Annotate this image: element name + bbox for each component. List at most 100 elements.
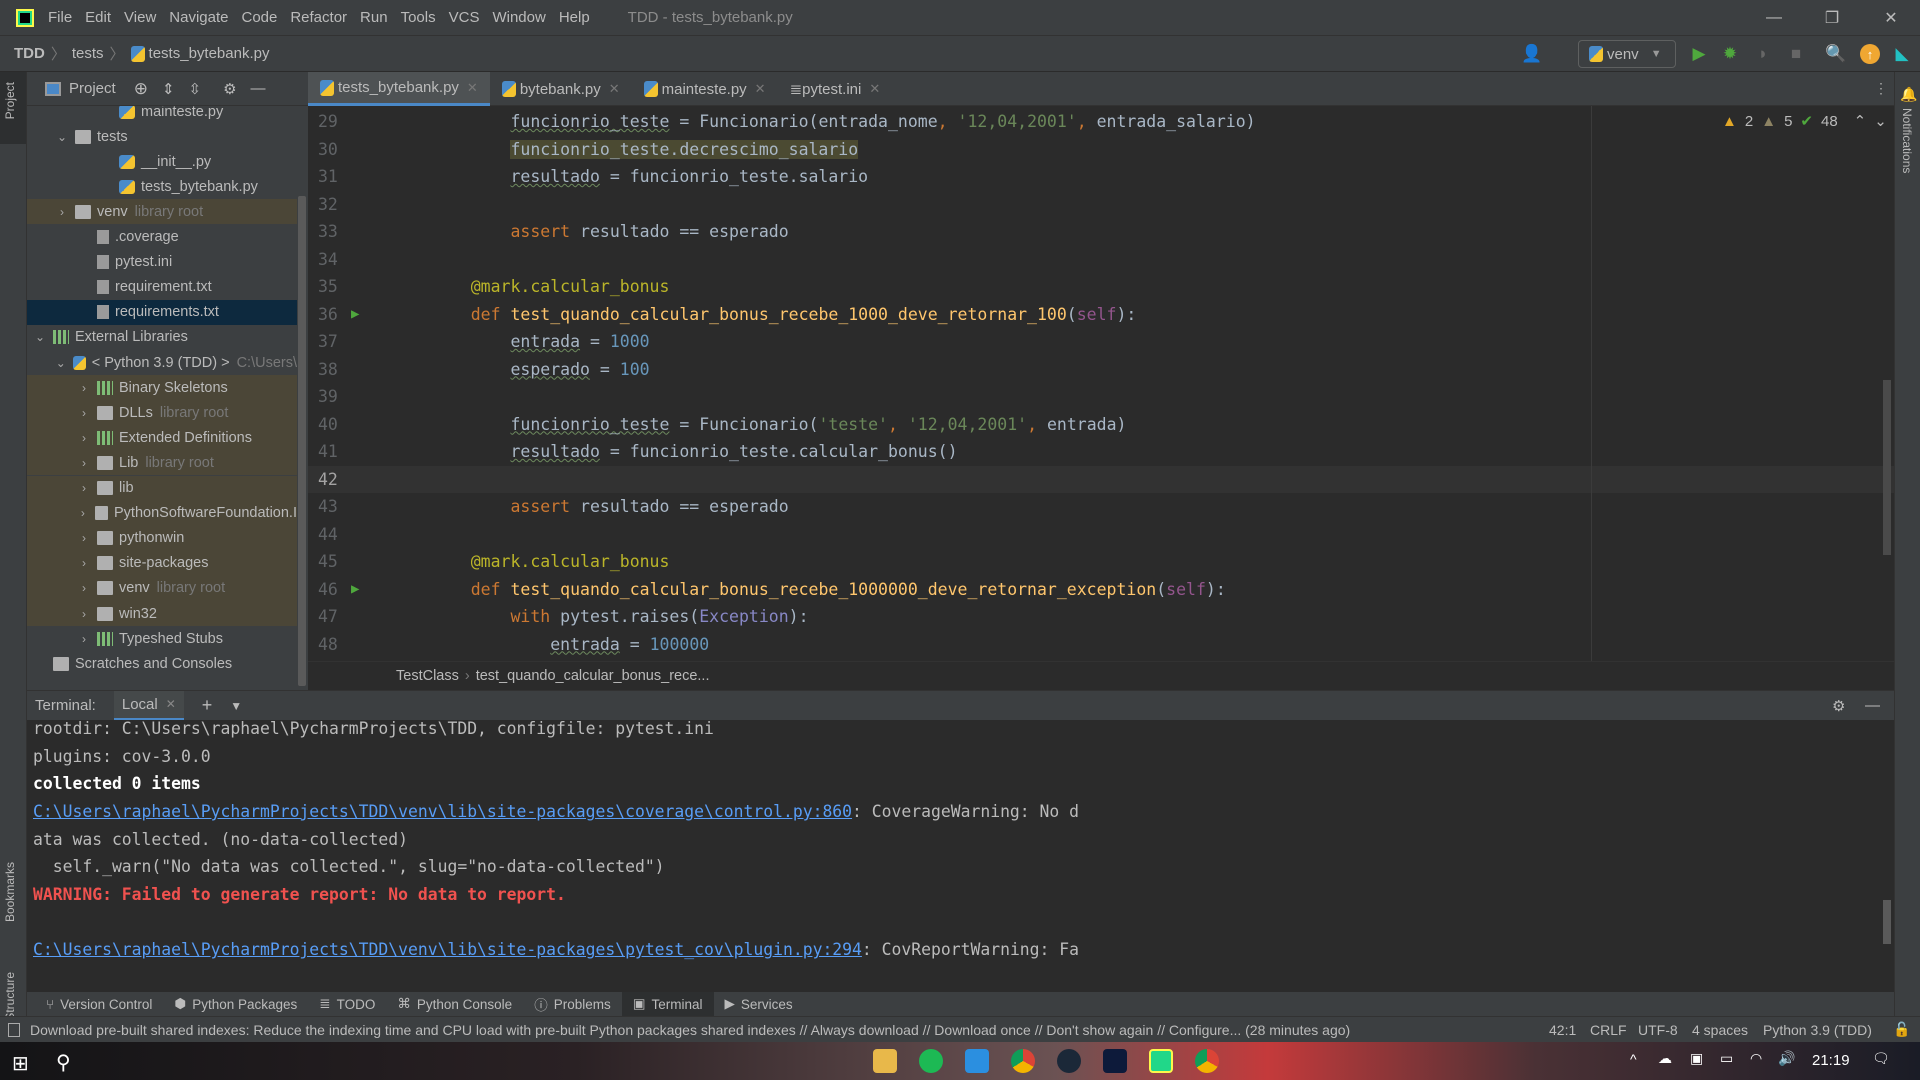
stop-icon[interactable]: ■ [1786, 44, 1806, 64]
menu-refactor[interactable]: Refactor [290, 9, 347, 26]
code-line[interactable]: 41 resultado = funcionrio_teste.calcular… [308, 438, 1894, 466]
tree-item[interactable]: › venv library root [27, 575, 297, 601]
menu-vcs[interactable]: VCS [449, 9, 480, 26]
chrome-icon[interactable] [1011, 1049, 1035, 1073]
windows-start-icon[interactable]: ⊞ [12, 1051, 29, 1076]
wifi-icon[interactable]: ◠ [1750, 1050, 1762, 1067]
file-explorer-icon[interactable] [873, 1049, 897, 1073]
expand-all-icon[interactable]: ⇕ [162, 80, 175, 98]
code-line[interactable]: 31 resultado = funcionrio_teste.salario [308, 163, 1894, 191]
code-editor[interactable]: 29 funcionrio_teste = Funcionario(entrad… [308, 106, 1894, 661]
terminal-scrollbar[interactable] [1883, 900, 1891, 944]
interpreter-setting[interactable]: Python 3.9 (TDD) [1763, 1022, 1872, 1038]
code-line[interactable]: 45 @mark.calcular_bonus [308, 548, 1894, 576]
run-test-icon[interactable]: ▶ [351, 576, 359, 604]
breadcrumb-project[interactable]: TDD [14, 45, 45, 62]
code-line[interactable]: 46 ▶ def test_quando_calcular_bonus_receb… [308, 576, 1894, 604]
chevron-down-icon[interactable]: ⌄ [33, 330, 47, 344]
code-line[interactable]: 33 assert resultado == esperado [308, 218, 1894, 246]
tree-item[interactable]: ⌄ < Python 3.9 (TDD) > C:\Users\ [27, 350, 297, 375]
notification-center-icon[interactable]: 🗨 [1872, 1050, 1890, 1067]
chevron-right-icon[interactable]: › [55, 205, 69, 219]
new-terminal-icon[interactable]: + [202, 695, 213, 716]
vscode-icon[interactable] [965, 1049, 989, 1073]
code-line[interactable]: 39 [308, 383, 1894, 411]
search-icon[interactable]: 🔍 [1825, 44, 1846, 64]
code-line[interactable]: 32 [308, 191, 1894, 219]
code-line[interactable]: 34 [308, 246, 1894, 274]
tree-item[interactable]: ⌄ External Libraries [27, 325, 297, 350]
menu-file[interactable]: File [48, 9, 72, 26]
project-tree-scrollbar[interactable] [298, 196, 306, 686]
previous-highlight-icon[interactable]: ⌃ [1854, 112, 1867, 130]
code-line[interactable]: 36 ▶ def test_quando_calcular_bonus_receb… [308, 301, 1894, 329]
gear-icon[interactable]: ⚙ [1832, 697, 1845, 715]
close-icon[interactable]: ✕ [609, 81, 620, 97]
toggle-tool-windows-icon[interactable] [8, 1022, 20, 1037]
toolwindow-python-console[interactable]: ⌘ Python Console [386, 992, 523, 1016]
menu-run[interactable]: Run [360, 9, 388, 26]
code-line[interactable]: 37 entrada = 1000 [308, 328, 1894, 356]
breadcrumb-file[interactable]: tests_bytebank.py [149, 45, 270, 62]
minimize-button[interactable]: — [1745, 0, 1803, 36]
toolwindow-terminal[interactable]: ▣ Terminal [621, 992, 714, 1016]
inspections-widget[interactable]: ▲ 2 ▲ 5 ✔ 48 ⌃ ⌄ [1722, 112, 1887, 131]
chevron-down-icon[interactable]: ⌄ [55, 356, 67, 370]
tree-item[interactable]: › Extended Definitions [27, 425, 297, 451]
notifications-icon[interactable]: 🔔 [1900, 86, 1917, 103]
tree-item[interactable]: › PythonSoftwareFoundation.I [27, 500, 297, 526]
editor-scrollbar[interactable] [1883, 380, 1891, 555]
status-message[interactable]: Download pre-built shared indexes: Reduc… [30, 1022, 1350, 1038]
user-icon[interactable]: 👤 [1521, 44, 1542, 64]
chevron-down-icon[interactable]: ▼ [230, 699, 242, 713]
app-icon[interactable] [1103, 1049, 1127, 1073]
toolwindow-todo[interactable]: ≣ TODO [308, 992, 386, 1016]
code-line[interactable]: 35 @mark.calcular_bonus [308, 273, 1894, 301]
tree-item[interactable]: › lib [27, 475, 297, 501]
tree-item[interactable]: tests_bytebank.py [27, 174, 297, 199]
breadcrumb-function[interactable]: test_quando_calcular_bonus_rece... [476, 668, 710, 684]
restore-button[interactable]: ❐ [1803, 0, 1861, 36]
chevron-right-icon[interactable]: › [77, 531, 91, 545]
chevron-right-icon[interactable]: › [77, 581, 91, 595]
spotify-icon[interactable] [919, 1049, 943, 1073]
debug-icon[interactable]: ✹ [1720, 44, 1740, 64]
indent-setting[interactable]: 4 spaces [1692, 1022, 1748, 1038]
tree-item[interactable]: › Lib library root [27, 450, 297, 476]
close-button[interactable]: ✕ [1862, 0, 1920, 36]
more-tabs-icon[interactable]: ⋮ [1874, 80, 1888, 97]
locate-icon[interactable]: ⊕ [134, 79, 148, 99]
hide-panel-icon[interactable]: — [251, 80, 266, 97]
structure-stripe-button[interactable]: Structure [3, 972, 17, 1021]
tree-item[interactable]: › win32 [27, 601, 297, 626]
chevron-right-icon[interactable]: › [77, 406, 91, 420]
chevron-right-icon[interactable]: › [77, 381, 91, 395]
tree-item[interactable]: › Typeshed Stubs [27, 626, 297, 651]
file-link[interactable]: C:\Users\raphael\PycharmProjects\TDD\ven… [33, 940, 862, 959]
line-separator[interactable]: CRLF [1590, 1022, 1627, 1038]
run-config-select[interactable]: venv ▼ [1578, 40, 1676, 68]
tab-mainteste-py[interactable]: mainteste.py ✕ [632, 72, 778, 106]
toolwindow-problems[interactable]: ⓘ Problems [523, 992, 622, 1016]
next-highlight-icon[interactable]: ⌄ [1874, 112, 1887, 130]
run-test-icon[interactable]: ▶ [351, 301, 359, 329]
close-icon[interactable]: ✕ [166, 697, 176, 711]
chrome-icon[interactable] [1195, 1049, 1219, 1073]
toolwindow-python-packages[interactable]: ⬢ Python Packages [163, 992, 308, 1016]
code-line[interactable]: 42 [308, 465, 1894, 493]
code-with-me-icon[interactable]: ◣ [1892, 44, 1912, 64]
tree-item[interactable]: .coverage [27, 225, 297, 250]
chevron-down-icon[interactable]: ⌄ [55, 130, 69, 144]
menu-code[interactable]: Code [241, 9, 277, 26]
tree-item[interactable]: __init__.py [27, 149, 297, 174]
toolwindow-services[interactable]: ▶ Services [714, 992, 804, 1016]
clock[interactable]: 21:19 [1812, 1052, 1850, 1069]
code-line[interactable]: 29 funcionrio_teste = Funcionario(entrad… [308, 108, 1894, 136]
code-line[interactable]: 40 funcionrio_teste = Funcionario('teste… [308, 411, 1894, 439]
tree-item[interactable]: ⌄ tests [27, 124, 297, 149]
project-stripe-button[interactable]: Project [3, 82, 17, 119]
code-line[interactable]: 43 assert resultado == esperado [308, 493, 1894, 521]
notifications-stripe-button[interactable]: Notifications [1900, 108, 1914, 173]
close-icon[interactable]: ✕ [869, 81, 880, 97]
chevron-right-icon[interactable]: › [77, 607, 91, 621]
